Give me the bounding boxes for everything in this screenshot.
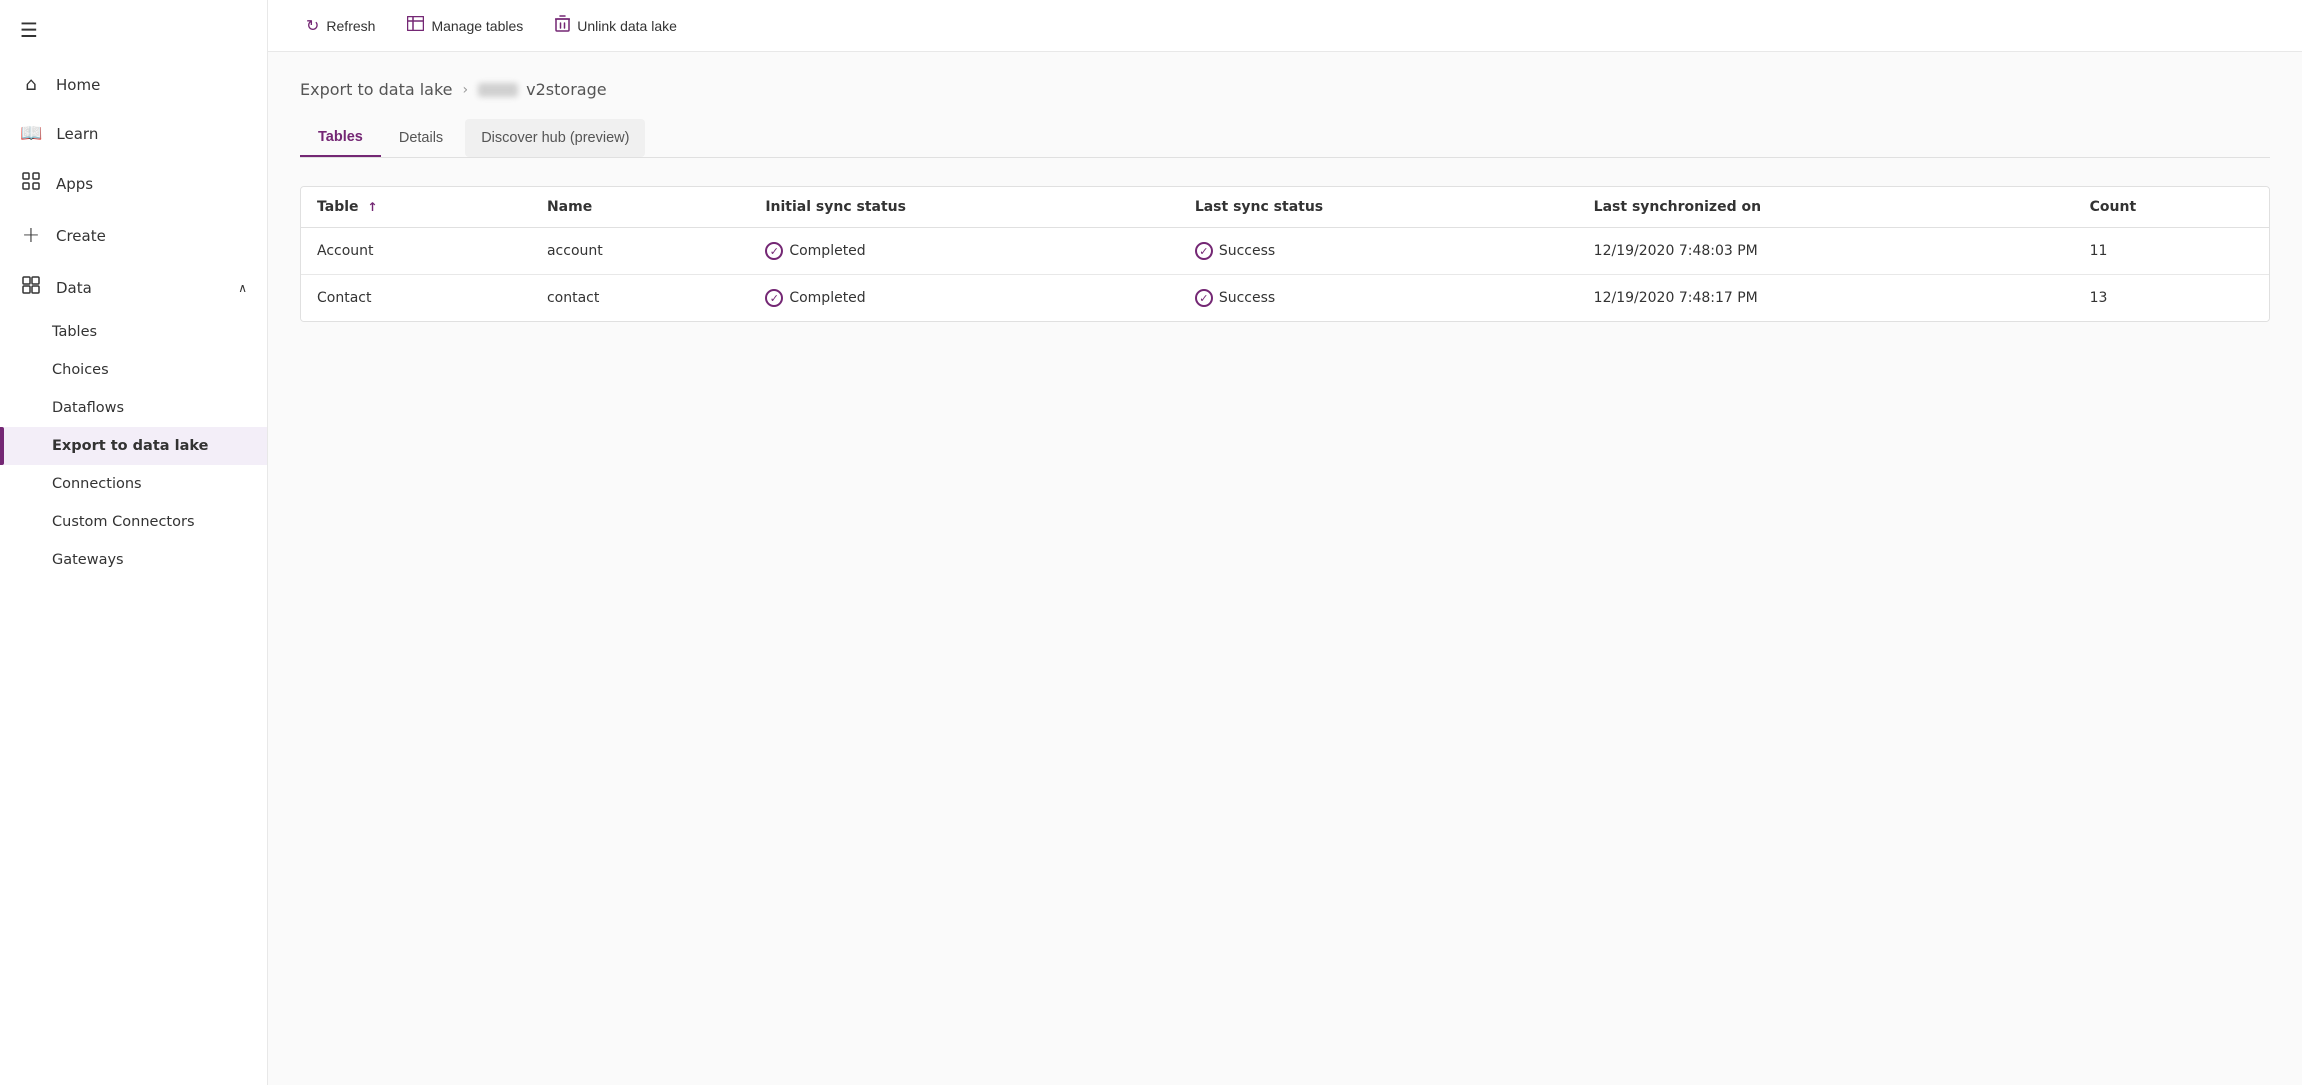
tabs-container: Tables Details Discover hub (preview) <box>300 119 2270 158</box>
connections-label: Connections <box>52 476 142 492</box>
breadcrumb-current: v2storage <box>478 80 606 99</box>
column-header-initial-sync: Initial sync status <box>749 187 1178 228</box>
cell-initial-sync-status: ✓ Completed <box>749 228 1178 275</box>
toolbar: ↺ Refresh Manage tables <box>268 0 2302 52</box>
hamburger-icon: ☰ <box>20 18 38 42</box>
column-header-table[interactable]: Table ↑ <box>301 187 531 228</box>
sidebar-item-label: Apps <box>56 175 93 193</box>
sidebar-data-label: Data <box>56 279 92 297</box>
breadcrumb-separator: › <box>463 82 469 98</box>
choices-label: Choices <box>52 362 109 378</box>
tab-details[interactable]: Details <box>381 119 461 157</box>
last-sync-status-success: ✓ Success <box>1195 242 1562 260</box>
initial-sync-status-completed: ✓ Completed <box>765 242 1162 260</box>
manage-tables-label: Manage tables <box>431 18 523 34</box>
data-table: Table ↑ Name Initial sync status Last sy… <box>301 187 2269 321</box>
create-icon: + <box>20 223 42 248</box>
custom-connectors-label: Custom Connectors <box>52 514 195 530</box>
chevron-up-icon: ∧ <box>238 281 247 295</box>
check-circle-icon: ✓ <box>765 289 783 307</box>
check-circle-success-icon: ✓ <box>1195 242 1213 260</box>
learn-icon: 📖 <box>20 123 42 144</box>
refresh-label: Refresh <box>326 18 375 34</box>
sidebar-item-label: Learn <box>56 125 98 143</box>
breadcrumb-current-label: v2storage <box>526 80 606 99</box>
refresh-icon: ↺ <box>306 16 319 36</box>
sidebar-item-label: Home <box>56 76 100 94</box>
sidebar: ☰ ⌂ Home 📖 Learn Apps + Create <box>0 0 268 1085</box>
gateways-label: Gateways <box>52 552 124 568</box>
page-content: Export to data lake › v2storage Tables D… <box>268 52 2302 1085</box>
manage-tables-button[interactable]: Manage tables <box>393 9 537 43</box>
cell-last-sync-status: ✓ Success <box>1179 275 1578 322</box>
sidebar-subitem-connections[interactable]: Connections <box>0 465 267 503</box>
sidebar-subitem-tables[interactable]: Tables <box>0 313 267 351</box>
column-header-name: Name <box>531 187 749 228</box>
last-sync-status-success: ✓ Success <box>1195 289 1562 307</box>
initial-sync-status-label: Completed <box>789 243 865 259</box>
cell-last-synchronized-on: 12/19/2020 7:48:03 PM <box>1578 228 2074 275</box>
cell-name: account <box>531 228 749 275</box>
column-header-last-synchronized: Last synchronized on <box>1578 187 2074 228</box>
sidebar-subitem-export-to-data-lake[interactable]: Export to data lake <box>0 427 267 465</box>
sidebar-subitem-choices[interactable]: Choices <box>0 351 267 389</box>
last-sync-status-label: Success <box>1219 243 1275 259</box>
last-sync-status-label: Success <box>1219 290 1275 306</box>
cell-name: contact <box>531 275 749 322</box>
dataflows-label: Dataflows <box>52 400 124 416</box>
main-content: ↺ Refresh Manage tables <box>268 0 2302 1085</box>
check-circle-success-icon: ✓ <box>1195 289 1213 307</box>
refresh-button[interactable]: ↺ Refresh <box>292 9 389 43</box>
sidebar-item-learn[interactable]: 📖 Learn <box>0 109 267 158</box>
apps-icon <box>20 172 42 195</box>
initial-sync-status-completed: ✓ Completed <box>765 289 1162 307</box>
sidebar-item-home[interactable]: ⌂ Home <box>0 60 267 109</box>
initial-sync-status-label: Completed <box>789 290 865 306</box>
breadcrumb-blur-placeholder <box>478 83 518 97</box>
column-header-last-sync: Last sync status <box>1179 187 1578 228</box>
table-row[interactable]: Account account ✓ Completed ✓ Success <box>301 228 2269 275</box>
sidebar-item-data[interactable]: Data ∧ <box>0 262 267 313</box>
breadcrumb-parent[interactable]: Export to data lake <box>300 80 453 99</box>
sidebar-subitem-dataflows[interactable]: Dataflows <box>0 389 267 427</box>
sidebar-item-apps[interactable]: Apps <box>0 158 267 209</box>
unlink-data-lake-button[interactable]: Unlink data lake <box>541 8 691 44</box>
manage-tables-icon <box>407 16 424 36</box>
hamburger-menu[interactable]: ☰ <box>0 0 267 60</box>
cell-table-name: Account <box>301 228 531 275</box>
breadcrumb: Export to data lake › v2storage <box>300 80 2270 99</box>
tab-discover-hub[interactable]: Discover hub (preview) <box>465 119 645 157</box>
sidebar-subitem-custom-connectors[interactable]: Custom Connectors <box>0 503 267 541</box>
column-header-count: Count <box>2074 187 2269 228</box>
sidebar-item-create[interactable]: + Create <box>0 209 267 262</box>
sidebar-subitem-gateways[interactable]: Gateways <box>0 541 267 579</box>
sidebar-item-label: Create <box>56 227 106 245</box>
cell-last-synchronized-on: 12/19/2020 7:48:17 PM <box>1578 275 2074 322</box>
tab-tables[interactable]: Tables <box>300 119 381 157</box>
sort-arrow-icon: ↑ <box>367 200 377 214</box>
cell-initial-sync-status: ✓ Completed <box>749 275 1178 322</box>
table-row[interactable]: Contact contact ✓ Completed ✓ Success <box>301 275 2269 322</box>
tables-label: Tables <box>52 324 97 340</box>
table-header-row: Table ↑ Name Initial sync status Last sy… <box>301 187 2269 228</box>
cell-last-sync-status: ✓ Success <box>1179 228 1578 275</box>
cell-count: 13 <box>2074 275 2269 322</box>
cell-count: 11 <box>2074 228 2269 275</box>
home-icon: ⌂ <box>20 74 42 95</box>
cell-table-name: Contact <box>301 275 531 322</box>
data-icon <box>20 276 42 299</box>
check-circle-icon: ✓ <box>765 242 783 260</box>
unlink-icon <box>555 15 570 37</box>
data-table-container: Table ↑ Name Initial sync status Last sy… <box>300 186 2270 322</box>
unlink-data-lake-label: Unlink data lake <box>577 18 677 34</box>
export-to-data-lake-label: Export to data lake <box>52 438 208 454</box>
